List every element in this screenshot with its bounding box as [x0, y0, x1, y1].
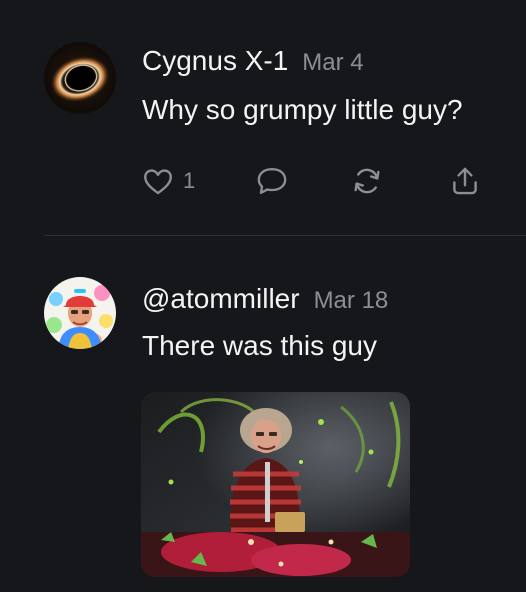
like-button[interactable]: 1 — [141, 163, 195, 199]
author-avatar[interactable] — [44, 42, 116, 114]
post-text: There was this guy — [142, 330, 377, 361]
chat-bubble-icon — [257, 168, 287, 194]
post[interactable]: @atommiller Mar 18 There was this guy — [0, 237, 526, 592]
like-count: 1 — [183, 168, 196, 193]
author-name[interactable]: Cygnus X-1 — [142, 45, 288, 76]
post-divider — [44, 235, 526, 236]
repost-button[interactable] — [350, 163, 384, 199]
post-date[interactable]: Mar 4 — [302, 49, 363, 76]
heart-icon — [144, 169, 172, 195]
watermelon-smash-photo-icon — [141, 392, 410, 577]
post-header: @atommiller Mar 18 — [142, 283, 388, 315]
post-header: Cygnus X-1 Mar 4 — [142, 45, 364, 77]
author-handle[interactable]: @atommiller — [142, 283, 300, 314]
post[interactable]: Cygnus X-1 Mar 4 Why so grumpy little guy… — [0, 0, 526, 236]
post-feed: Cygnus X-1 Mar 4 Why so grumpy little guy… — [0, 0, 526, 592]
post-image[interactable] — [141, 392, 410, 577]
share-button[interactable] — [448, 163, 482, 199]
black-hole-icon — [44, 42, 116, 114]
post-text: Why so grumpy little guy? — [142, 94, 463, 125]
share-upload-icon — [453, 167, 477, 195]
reply-button[interactable] — [254, 163, 290, 199]
post-actions: 1 — [0, 163, 526, 199]
post-date[interactable]: Mar 18 — [314, 287, 389, 314]
colorful-portrait-icon — [44, 277, 116, 349]
author-avatar[interactable] — [44, 277, 116, 349]
repost-icon — [354, 168, 380, 194]
